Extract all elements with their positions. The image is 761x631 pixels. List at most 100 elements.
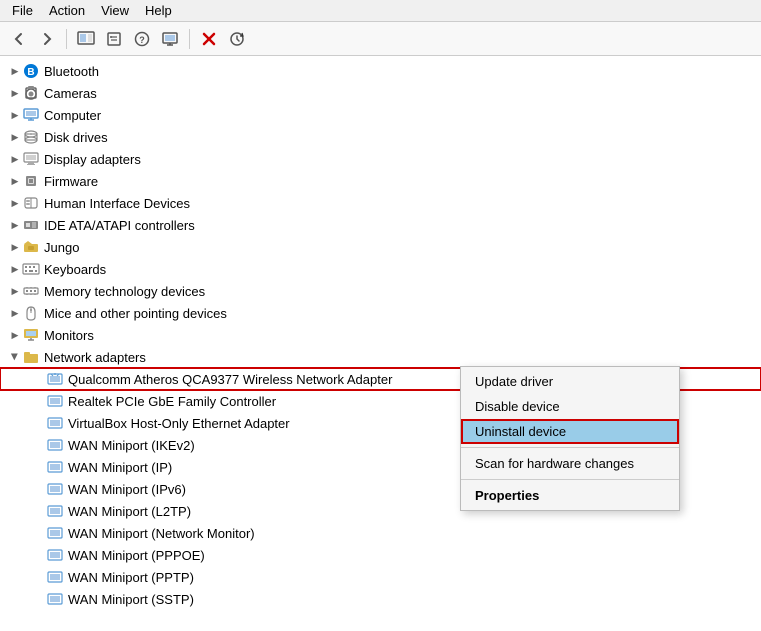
tree-item-computer[interactable]: ▶ Computer <box>0 104 761 126</box>
display-adapters-label: Display adapters <box>44 152 141 167</box>
toolbar: ? <box>0 22 761 56</box>
context-menu-scan-hardware[interactable]: Scan for hardware changes <box>461 451 679 476</box>
wan-pptp-label: WAN Miniport (PPTP) <box>68 570 194 585</box>
tree-item-mice[interactable]: ▶ Mice and other pointing devices <box>0 302 761 324</box>
human-interface-label: Human Interface Devices <box>44 196 190 211</box>
display-icon <box>22 151 40 167</box>
context-menu-uninstall-device[interactable]: Uninstall device <box>461 419 679 444</box>
wan-l2tp-icon <box>46 503 64 519</box>
expand-computer[interactable]: ▶ <box>8 108 22 122</box>
expand-memory-tech[interactable]: ▶ <box>8 284 22 298</box>
menu-help[interactable]: Help <box>137 1 180 20</box>
tree-item-keyboards[interactable]: ▶ Keyboards <box>0 258 761 280</box>
help-button[interactable]: ? <box>129 26 155 52</box>
monitor-button[interactable] <box>157 26 183 52</box>
monitor-icon <box>22 327 40 343</box>
expand-keyboards[interactable]: ▶ <box>8 262 22 276</box>
keyboards-label: Keyboards <box>44 262 106 277</box>
wan-ikev2-label: WAN Miniport (IKEv2) <box>68 438 195 453</box>
qualcomm-network-icon <box>46 371 64 387</box>
bluetooth-icon: B <box>22 63 40 79</box>
tree-item-network-adapters[interactable]: ▶ Network adapters <box>0 346 761 368</box>
tree-item-disk-drives[interactable]: ▶ Disk drives <box>0 126 761 148</box>
context-menu-update-driver[interactable]: Update driver <box>461 369 679 394</box>
expand-bluetooth[interactable]: ▶ <box>8 64 22 78</box>
menubar: File Action View Help <box>0 0 761 22</box>
tree-item-wan-pppoe[interactable]: ▶ WAN Miniport (PPPOE) <box>0 544 761 566</box>
tree-item-firmware[interactable]: ▶ Firmware <box>0 170 761 192</box>
expand-firmware[interactable]: ▶ <box>8 174 22 188</box>
tree-item-wan-netmon[interactable]: ▶ WAN Miniport (Network Monitor) <box>0 522 761 544</box>
svg-text:B: B <box>27 67 34 78</box>
ide-icon <box>22 217 40 233</box>
context-menu-sep-2 <box>461 479 679 480</box>
expand-monitors[interactable]: ▶ <box>8 328 22 342</box>
context-menu-sep-1 <box>461 447 679 448</box>
jungo-icon <box>22 239 40 255</box>
expand-human-interface[interactable]: ▶ <box>8 196 22 210</box>
wan-netmon-label: WAN Miniport (Network Monitor) <box>68 526 255 541</box>
expand-display-adapters[interactable]: ▶ <box>8 152 22 166</box>
expand-ide[interactable]: ▶ <box>8 218 22 232</box>
memory-tech-label: Memory technology devices <box>44 284 205 299</box>
wan-ipv6-icon <box>46 481 64 497</box>
wan-netmon-icon <box>46 525 64 541</box>
tree-item-jungo[interactable]: ▶ Jungo <box>0 236 761 258</box>
menu-file[interactable]: File <box>4 1 41 20</box>
tree-item-cameras[interactable]: ▶ Cameras <box>0 82 761 104</box>
wan-l2tp-label: WAN Miniport (L2TP) <box>68 504 191 519</box>
wan-ikev2-icon <box>46 437 64 453</box>
toolbar-sep-1 <box>66 29 67 49</box>
ide-label: IDE ATA/ATAPI controllers <box>44 218 195 233</box>
back-button[interactable] <box>6 26 32 52</box>
expand-network-adapters[interactable]: ▶ <box>8 350 22 364</box>
computer-label: Computer <box>44 108 101 123</box>
device-tree[interactable]: ▶ B Bluetooth ▶ Cameras <box>0 56 761 631</box>
properties-button[interactable] <box>101 26 127 52</box>
tree-item-human-interface[interactable]: ▶ Human Interface Devices <box>0 192 761 214</box>
tree-item-ide[interactable]: ▶ IDE ATA/ATAPI controllers <box>0 214 761 236</box>
tree-item-memory-tech[interactable]: ▶ Memory technology devices <box>0 280 761 302</box>
disk-drives-label: Disk drives <box>44 130 108 145</box>
svg-text:?: ? <box>139 35 145 45</box>
tree-item-display-adapters[interactable]: ▶ Display adapters <box>0 148 761 170</box>
wan-pppoe-label: WAN Miniport (PPPOE) <box>68 548 205 563</box>
menu-view[interactable]: View <box>93 1 137 20</box>
firmware-label: Firmware <box>44 174 98 189</box>
wan-ip-label: WAN Miniport (IP) <box>68 460 172 475</box>
qualcomm-label: Qualcomm Atheros QCA9377 Wireless Networ… <box>68 372 392 387</box>
tree-item-monitors[interactable]: ▶ Monitors <box>0 324 761 346</box>
virtualbox-network-icon <box>46 415 64 431</box>
hid-icon <box>22 195 40 211</box>
virtualbox-label: VirtualBox Host-Only Ethernet Adapter <box>68 416 290 431</box>
memory-icon <box>22 283 40 299</box>
wan-ip-icon <box>46 459 64 475</box>
camera-icon <box>22 85 40 101</box>
uninstall-button[interactable] <box>196 26 222 52</box>
wan-ipv6-label: WAN Miniport (IPv6) <box>68 482 186 497</box>
expand-disk-drives[interactable]: ▶ <box>8 130 22 144</box>
expand-mice[interactable]: ▶ <box>8 306 22 320</box>
jungo-label: Jungo <box>44 240 79 255</box>
forward-button[interactable] <box>34 26 60 52</box>
menu-action[interactable]: Action <box>41 1 93 20</box>
wan-sstp-label: WAN Miniport (SSTP) <box>68 592 194 607</box>
tree-item-wan-sstp[interactable]: ▶ WAN Miniport (SSTP) <box>0 588 761 610</box>
expand-cameras[interactable]: ▶ <box>8 86 22 100</box>
realtek-network-icon <box>46 393 64 409</box>
scan-button[interactable] <box>224 26 250 52</box>
monitors-label: Monitors <box>44 328 94 343</box>
expand-jungo[interactable]: ▶ <box>8 240 22 254</box>
context-menu-properties[interactable]: Properties <box>461 483 679 508</box>
firmware-icon <box>22 173 40 189</box>
show-hidden-button[interactable] <box>73 26 99 52</box>
cameras-label: Cameras <box>44 86 97 101</box>
tree-item-wan-pptp[interactable]: ▶ WAN Miniport (PPTP) <box>0 566 761 588</box>
tree-item-bluetooth[interactable]: ▶ B Bluetooth <box>0 60 761 82</box>
mice-label: Mice and other pointing devices <box>44 306 227 321</box>
network-folder-icon <box>22 349 40 365</box>
wan-sstp-icon <box>46 591 64 607</box>
bluetooth-label: Bluetooth <box>44 64 99 79</box>
context-menu-disable-device[interactable]: Disable device <box>461 394 679 419</box>
toolbar-sep-2 <box>189 29 190 49</box>
